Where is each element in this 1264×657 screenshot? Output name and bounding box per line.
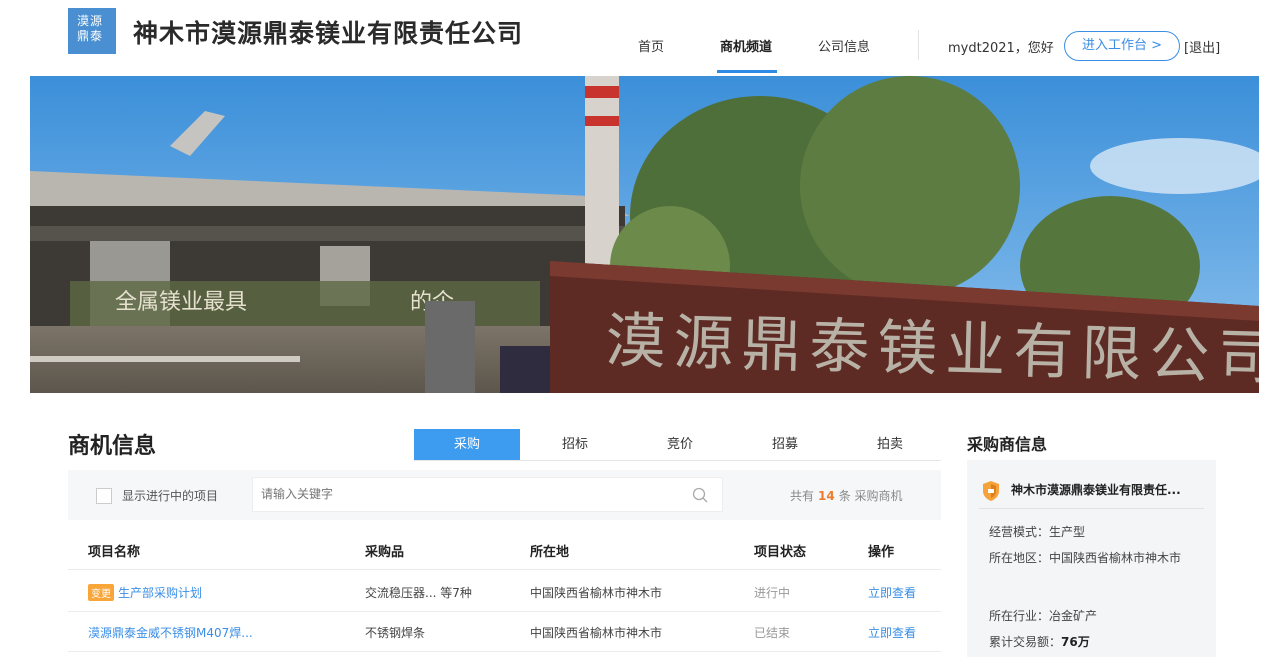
row-status: 进行中 [754, 586, 791, 600]
th-item: 采购品 [365, 545, 405, 560]
row-location: 中国陕西省榆林市神木市 [530, 626, 663, 640]
logo-text-line1: 漠源 [77, 14, 104, 28]
trade-volume-label: 累计交易额： [989, 635, 1062, 649]
tab-bidding[interactable]: 竞价 [650, 429, 710, 461]
th-status: 项目状态 [754, 545, 807, 560]
banner-image: 全属镁业最具 的企 漠源鼎泰镁业有限公司 [30, 76, 1259, 393]
business-mode-value: 生产型 [1049, 525, 1086, 539]
company-logo[interactable]: 漠源 鼎泰 [68, 8, 116, 54]
industry-value: 冶金矿产 [1049, 609, 1098, 623]
industry: 所在行业：冶金矿产 [989, 606, 1204, 626]
view-now-link[interactable]: 立即查看 [868, 584, 916, 601]
show-ongoing-label[interactable]: 显示进行中的项目 [122, 487, 218, 504]
table-row: 变更 生产部采购计划 交流稳压器... 等7种 中国陕西省榆林市神木市 进行中 立… [68, 572, 941, 612]
nav-company-info[interactable]: 公司信息 [818, 36, 870, 55]
nav-divider [918, 30, 919, 60]
row-item: 交流稳压器... 等7种 [365, 586, 472, 600]
view-now-link[interactable]: 立即查看 [868, 624, 916, 641]
tab-purchase[interactable]: 采购 [414, 429, 520, 461]
count-suffix: 条 采购商机 [838, 489, 903, 503]
nav-active-indicator [717, 70, 777, 73]
nav-biz-channel[interactable]: 商机频道 [720, 36, 772, 55]
enter-workbench-button[interactable]: 进入工作台 > [1064, 31, 1180, 61]
region-value: 中国陕西省榆林市神木市 [1049, 551, 1182, 565]
project-name-link[interactable]: 生产部采购计划 [118, 586, 202, 600]
tab-tender[interactable]: 招标 [545, 429, 605, 461]
buyer-card: 神木市漠源鼎泰镁业有限责任... 经营模式：生产型 所在地区：中国陕西省榆林市神… [967, 460, 1216, 657]
project-name-link[interactable]: 漠源鼎泰金威不锈钢M407焊... [88, 624, 253, 641]
region: 所在地区：中国陕西省榆林市神木市 [989, 548, 1204, 568]
table-row: 漠源鼎泰金威不锈钢M407焊... 不锈钢焊条 中国陕西省榆林市神木市 已结束 … [68, 612, 941, 652]
th-location: 所在地 [530, 545, 570, 560]
logo-text-line2: 鼎泰 [77, 29, 104, 43]
business-mode-label: 经营模式： [989, 525, 1050, 539]
factory-photo: 全属镁业最具 的企 漠源鼎泰镁业有限公司 [30, 76, 1259, 393]
slogan-text: 全属镁业最具 [115, 290, 247, 315]
row-name-cell: 变更 生产部采购计划 [88, 584, 202, 601]
row-location: 中国陕西省榆林市神木市 [530, 586, 663, 600]
region-label: 所在地区： [989, 551, 1050, 565]
count-prefix: 共有 [790, 489, 815, 503]
tab-auction[interactable]: 拍卖 [860, 429, 920, 461]
search-icon[interactable] [692, 487, 708, 503]
trade-volume-value: 76万 [1061, 635, 1090, 649]
trade-volume: 累计交易额：76万 [989, 632, 1204, 652]
search-input[interactable] [261, 487, 661, 501]
logout-link[interactable]: [退出] [1184, 37, 1220, 56]
tab-recruit[interactable]: 招募 [755, 429, 815, 461]
change-tag: 变更 [88, 584, 114, 601]
nav-home[interactable]: 首页 [638, 36, 664, 55]
industry-label: 所在行业： [989, 609, 1050, 623]
site-header: 漠源 鼎泰 神木市漠源鼎泰镁业有限责任公司 首页 商机频道 公司信息 mydt2… [0, 0, 1264, 76]
count-value: 14 [818, 489, 835, 503]
th-name: 项目名称 [88, 545, 141, 560]
tabs-divider [414, 460, 941, 461]
row-status: 已结束 [754, 626, 791, 640]
show-ongoing-checkbox[interactable] [96, 488, 112, 504]
section-title: 商机信息 [68, 434, 157, 459]
user-greeting: mydt2021，您好 [948, 41, 1054, 56]
search-box [252, 477, 723, 512]
row-item: 不锈钢焊条 [365, 626, 426, 640]
buyer-info-title: 采购商信息 [967, 435, 1048, 454]
company-title: 神木市漠源鼎泰镁业有限责任公司 [133, 19, 524, 48]
result-count: 共有 14 条 采购商机 [790, 487, 903, 504]
buyer-divider [979, 508, 1204, 509]
filter-bar: 显示进行中的项目 共有14条 采购商机 [68, 470, 941, 520]
buyer-company-name[interactable]: 神木市漠源鼎泰镁业有限责任... [1011, 481, 1181, 498]
table-header: 项目名称 采购品 所在地 项目状态 操作 [68, 530, 941, 570]
shield-icon [983, 481, 999, 501]
th-action: 操作 [868, 545, 895, 560]
business-mode: 经营模式：生产型 [989, 522, 1204, 542]
